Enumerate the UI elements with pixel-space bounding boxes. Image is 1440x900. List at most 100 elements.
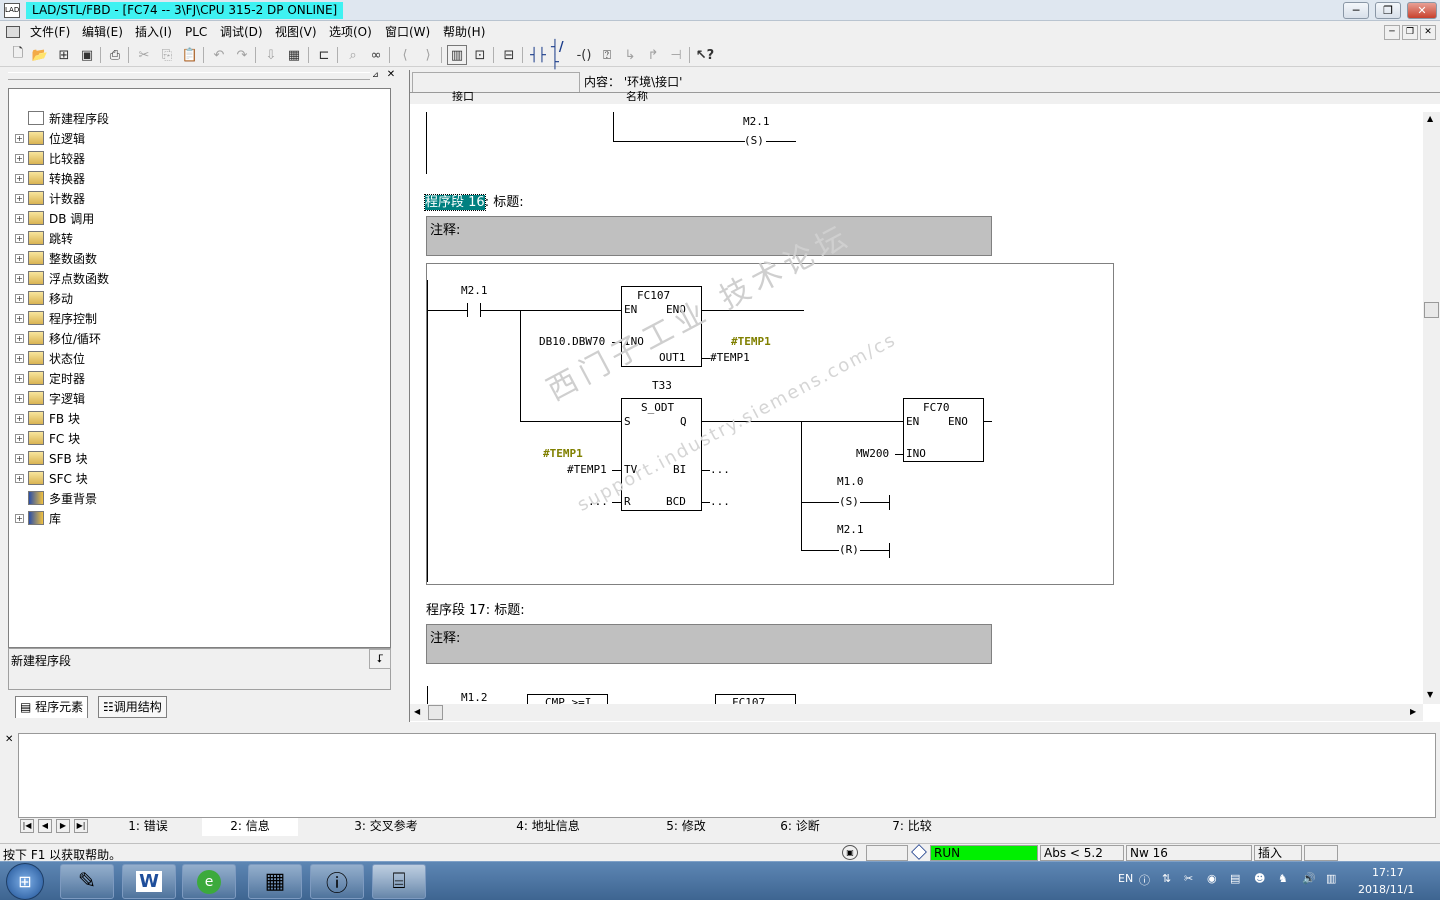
scroll-right-icon[interactable]: ▶ [1410, 707, 1416, 716]
prev-network-icon[interactable]: ⟨ [395, 45, 415, 65]
monitor-icon[interactable]: ▦ [284, 45, 304, 65]
license-tray-icon[interactable]: ▤ [1230, 872, 1240, 885]
language-indicator[interactable]: EN [1118, 872, 1133, 885]
no-contact-icon[interactable]: ┤├ [528, 45, 548, 65]
scroll-left-icon[interactable]: ◀ [414, 707, 420, 716]
network-tray-icon[interactable]: ⇅ [1162, 872, 1171, 885]
taskbar-browser[interactable]: e [182, 864, 236, 899]
no-contact[interactable] [467, 303, 481, 317]
tab-diagnostics[interactable]: 6: 诊断 [746, 818, 854, 836]
child-close-button[interactable]: ✕ [1420, 25, 1436, 40]
details-close-icon[interactable]: ✕ [5, 734, 13, 745]
tab-modify[interactable]: 5: 修改 [632, 818, 740, 836]
menu-plc[interactable]: PLC [181, 24, 211, 41]
tree-item[interactable]: + FC 块 [15, 428, 80, 448]
undo-icon[interactable]: ↶ [209, 45, 229, 65]
pane-dock-icon[interactable]: ⊿ [372, 70, 382, 80]
scroll-thumb[interactable] [1424, 302, 1439, 318]
expand-icon[interactable]: + [15, 513, 24, 523]
ladder-editor[interactable]: M2.1 (S) 程序段 16: 标题: 注释: M2.1 FC107 EN E… [410, 112, 1423, 704]
empty-box-icon[interactable]: ⍰ [597, 45, 617, 65]
new-network-icon[interactable]: ⊟ [499, 45, 519, 65]
tree-item[interactable]: + 移动 [15, 288, 73, 308]
nc-contact-icon[interactable]: ┤/├ [551, 40, 571, 70]
taskbar-film[interactable]: ▦ [248, 864, 302, 899]
description-toggle-icon[interactable]: ⮦ [369, 649, 391, 669]
menu-options[interactable]: 选项(O) [325, 24, 376, 41]
expand-icon[interactable]: + [15, 373, 24, 383]
find-icon[interactable]: ⌕ [343, 45, 363, 65]
expand-icon[interactable]: + [15, 313, 24, 323]
tree-item[interactable]: + 整数函数 [15, 248, 97, 268]
tree-item[interactable]: + 状态位 [15, 348, 85, 368]
tree-item[interactable]: + 库 [15, 508, 61, 528]
coil-icon[interactable]: -() [574, 45, 594, 65]
minimize-button[interactable]: ─ [1343, 2, 1369, 19]
tree-item[interactable]: 多重背景 [15, 488, 97, 508]
tree-item[interactable]: + 跳转 [15, 228, 73, 248]
child-minimize-button[interactable]: ─ [1384, 25, 1400, 40]
tree-item[interactable]: + 转换器 [15, 168, 85, 188]
timer-bcd-value[interactable]: ... [710, 495, 730, 508]
volume-tray-icon[interactable]: 🔊 [1302, 872, 1316, 885]
zoom-icon[interactable]: ⊡ [470, 45, 490, 65]
security-tray-icon[interactable]: ♞ [1278, 872, 1288, 885]
tree-item[interactable]: + 字逻辑 [15, 388, 85, 408]
expand-icon[interactable]: + [15, 233, 24, 243]
tool-tray-icon[interactable]: ✂ [1184, 872, 1193, 885]
cut-icon[interactable]: ✂ [134, 45, 154, 65]
taskbar-simatic-manager[interactable]: ✎ [60, 864, 114, 899]
expand-icon[interactable]: + [15, 413, 24, 423]
print-icon[interactable]: ⎙ [105, 45, 125, 65]
prev-tab-icon[interactable]: ◀ [38, 819, 52, 833]
browser-tray-icon[interactable]: ◉ [1207, 872, 1217, 885]
menu-window[interactable]: 窗口(W) [381, 24, 434, 41]
open-branch-icon[interactable]: ↳ [620, 45, 640, 65]
accessible-nodes-icon[interactable]: ⊞ [54, 45, 74, 65]
scroll-thumb[interactable] [428, 705, 443, 720]
tree-item[interactable]: 新建程序段 [15, 108, 109, 128]
tree-item[interactable]: + FB 块 [15, 408, 80, 428]
next-tab-icon[interactable]: ▶ [56, 819, 70, 833]
set-coil[interactable]: (S) [839, 495, 859, 508]
expand-icon[interactable]: + [15, 153, 24, 163]
scroll-up-icon[interactable]: ▲ [1427, 114, 1433, 123]
timer-tv-value[interactable]: #TEMP1 [567, 463, 607, 476]
expand-icon[interactable]: + [15, 453, 24, 463]
interface-column-interface[interactable]: 接口 [452, 91, 474, 101]
expand-icon[interactable]: + [15, 253, 24, 263]
fc70-ino-value[interactable]: MW200 [856, 447, 889, 460]
menu-help[interactable]: 帮助(H) [439, 24, 489, 41]
menu-view[interactable]: 视图(V) [271, 24, 321, 41]
next-network-icon[interactable]: ⟩ [418, 45, 438, 65]
clock-time[interactable]: 17:17 [1372, 866, 1404, 879]
horizontal-scrollbar[interactable]: ◀ ▶ [410, 704, 1423, 721]
save-icon[interactable]: ▣ [77, 45, 97, 65]
close-button[interactable]: ✕ [1407, 2, 1437, 19]
tree-item[interactable]: + 移位/循环 [15, 328, 101, 348]
fc107-out1-value[interactable]: #TEMP1 [710, 351, 750, 364]
menu-insert[interactable]: 插入(I) [131, 24, 176, 41]
reset-coil[interactable]: (R) [839, 543, 859, 556]
network-16-title[interactable]: 程序段 16: 标题: [424, 191, 524, 211]
network-17-comment[interactable]: 注释: [426, 624, 992, 664]
tree-item[interactable]: + 计数器 [15, 188, 85, 208]
first-tab-icon[interactable]: |◀ [20, 819, 34, 833]
pane-grip[interactable] [8, 72, 370, 80]
child-restore-button[interactable]: ❐ [1402, 25, 1418, 40]
close-branch-icon[interactable]: ↱ [643, 45, 663, 65]
glasses-icon[interactable]: ∞ [366, 45, 386, 65]
new-icon[interactable]: 🗋 [8, 45, 28, 65]
overview-icon[interactable]: ⊏ [314, 45, 334, 65]
connection-tray-icon[interactable]: ▥ [1326, 872, 1336, 885]
clock-date[interactable]: 2018/11/1 [1358, 883, 1414, 896]
qq-tray-icon[interactable]: ☻ [1254, 872, 1265, 885]
program-elements-icon[interactable]: ▥ [447, 45, 467, 65]
connection-icon[interactable]: ⊣ [666, 45, 686, 65]
last-tab-icon[interactable]: ▶| [74, 819, 88, 833]
tree-item[interactable]: + SFC 块 [15, 468, 88, 488]
open-icon[interactable]: 📂 [30, 45, 50, 65]
tab-info[interactable]: 2: 信息 [202, 818, 298, 836]
tab-program-elements[interactable]: ▤ 程序元素 [15, 696, 89, 718]
tab-errors[interactable]: 1: 错误 [100, 818, 196, 836]
